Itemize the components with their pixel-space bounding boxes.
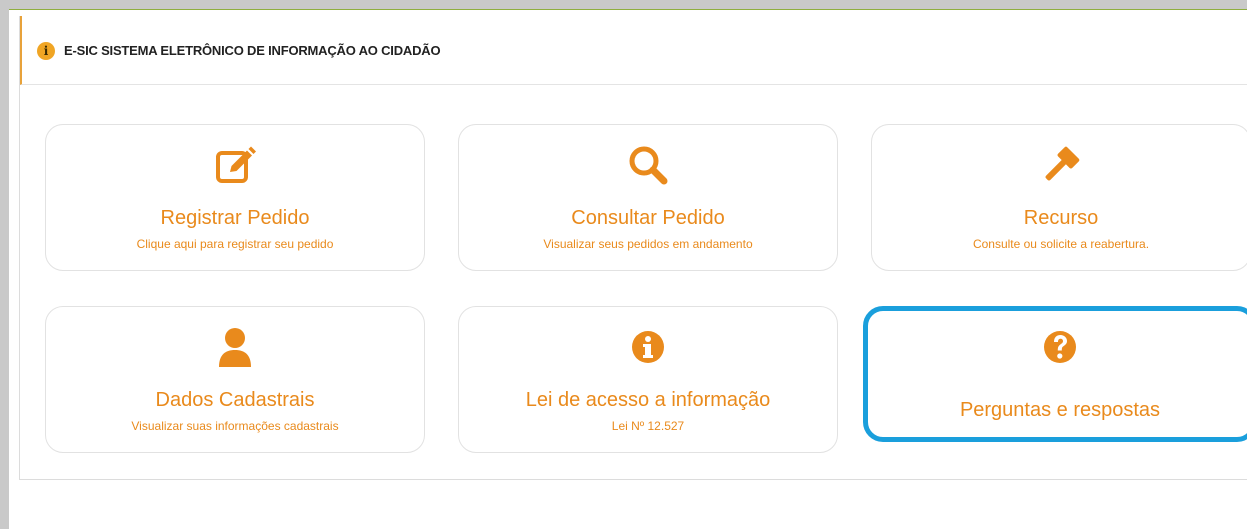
registrar-pedido-tile[interactable]: Registrar Pedido Clique aqui para regist…: [45, 124, 425, 271]
tile-title: Consultar Pedido: [571, 207, 725, 229]
lei-acesso-informacao-tile[interactable]: Lei de acesso a informação Lei Nº 12.527: [458, 306, 838, 453]
info-icon: i: [37, 42, 55, 60]
panel-header: i E-SIC SISTEMA ELETRÔNICO DE INFORMAÇÃO…: [20, 16, 1247, 85]
tile-title: Lei de acesso a informação: [525, 389, 771, 411]
user-icon: [211, 323, 259, 371]
esic-panel: i E-SIC SISTEMA ELETRÔNICO DE INFORMAÇÃO…: [19, 16, 1247, 480]
tile-title: Dados Cadastrais: [155, 389, 315, 411]
info-circle-icon: [624, 323, 672, 371]
edit-icon: [211, 141, 259, 189]
recurso-tile[interactable]: Recurso Consulte ou solicite a reabertur…: [871, 124, 1247, 271]
tile-title: Perguntas e respostas: [959, 399, 1161, 421]
dados-cadastrais-tile[interactable]: Dados Cadastrais Visualizar suas informa…: [45, 306, 425, 453]
tile-title: Recurso: [1023, 207, 1099, 229]
tile-subtitle: Clique aqui para registrar seu pedido: [136, 237, 334, 251]
consultar-pedido-tile[interactable]: Consultar Pedido Visualizar seus pedidos…: [458, 124, 838, 271]
page-frame: i E-SIC SISTEMA ELETRÔNICO DE INFORMAÇÃO…: [9, 9, 1247, 529]
question-circle-icon: [1036, 323, 1084, 371]
gavel-icon: [1037, 141, 1085, 189]
search-icon: [624, 141, 672, 189]
tile-subtitle: Consulte ou solicite a reabertura.: [972, 237, 1150, 251]
tile-subtitle: Visualizar seus pedidos em andamento: [543, 237, 753, 251]
page-title: E-SIC SISTEMA ELETRÔNICO DE INFORMAÇÃO A…: [64, 43, 441, 58]
tile-title: Registrar Pedido: [160, 207, 310, 229]
tile-subtitle: Lei Nº 12.527: [611, 419, 685, 433]
tile-subtitle: Visualizar suas informações cadastrais: [131, 419, 339, 433]
perguntas-respostas-tile[interactable]: Perguntas e respostas: [863, 306, 1247, 442]
